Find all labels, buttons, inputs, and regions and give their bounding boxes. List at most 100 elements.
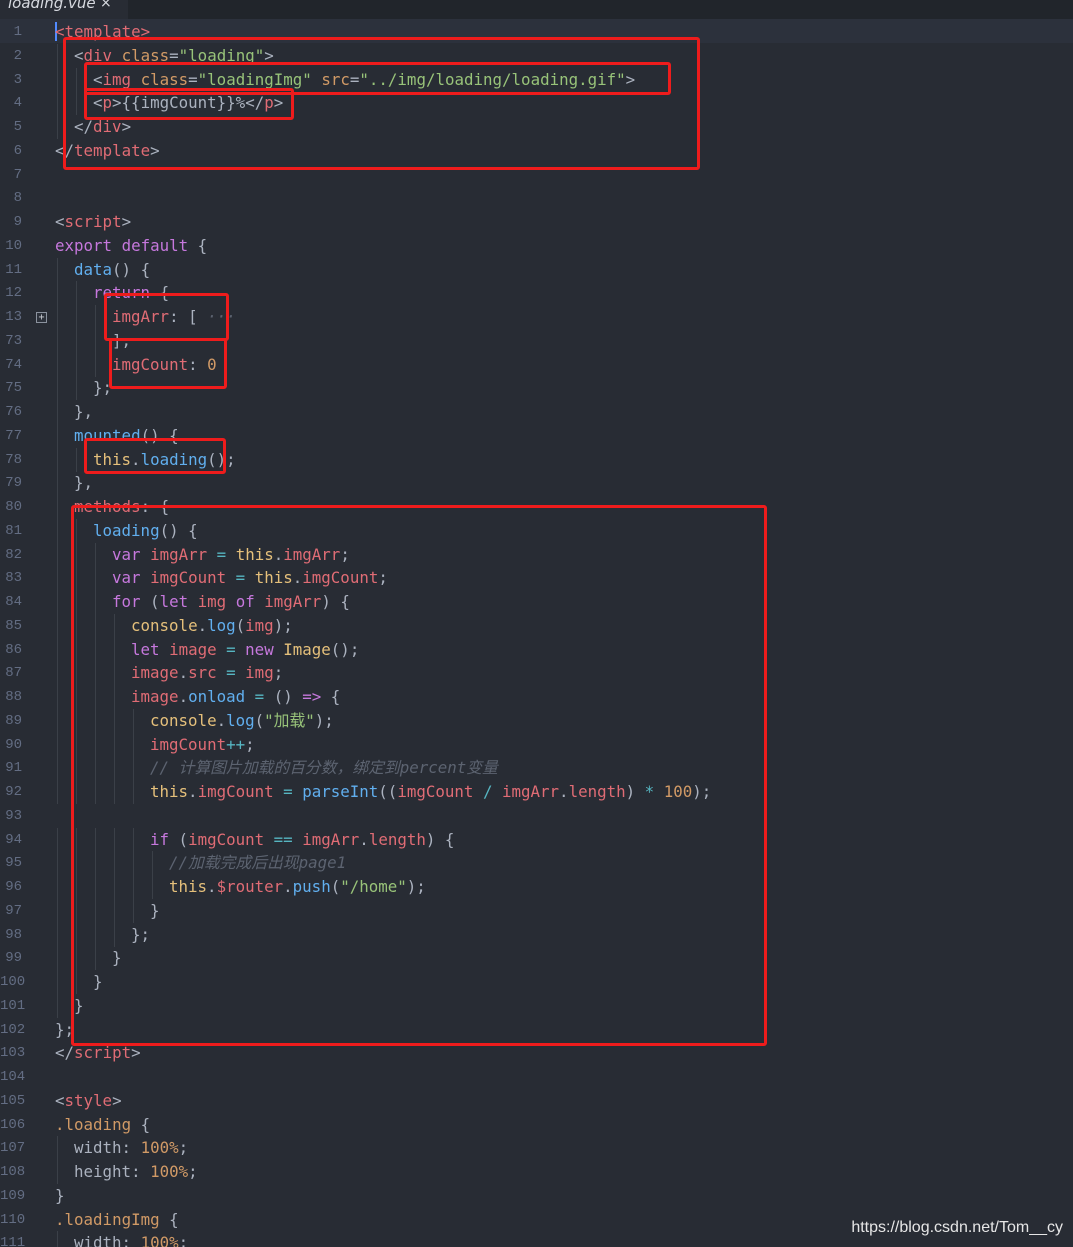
token-plain: }, [74,473,94,493]
line-number: 111 [0,1235,26,1247]
tab-close-icon[interactable]: × [100,0,112,12]
watermark: https://blog.csdn.net/Tom__cy [851,1219,1063,1236]
indent-guide [57,708,58,733]
code-text: export default { [55,234,207,258]
indent-guide [57,566,58,591]
indent-guide [57,67,58,92]
line-number: 75 [5,380,22,397]
line-number: 2 [13,47,22,64]
line-number: 8 [13,190,22,207]
indent-guide [57,851,58,876]
indent-guide [95,352,96,377]
indent-guide [57,780,58,804]
line-number: 11 [5,261,22,278]
highlight-box-imgarr [104,293,229,341]
line-number: 77 [5,427,22,444]
line-number: 86 [5,641,22,658]
indent-guide [57,328,58,353]
code-line[interactable]: 76}, [0,400,1073,424]
token-plain: () { [112,259,151,279]
token-plain: { [188,235,208,255]
line-number: 102 [0,1021,26,1038]
code-text: width: 100%; [74,1231,188,1247]
line-number: 96 [5,879,22,895]
line-number: 6 [13,142,22,159]
line-number: 89 [5,712,22,729]
code-line[interactable]: 9 <script> [0,210,1073,234]
code-text: } [55,1184,65,1208]
code-text: .loadingImg { [55,1208,179,1232]
tab-loading-vue[interactable]: loading.vue × [0,0,128,19]
line-number: 83 [5,570,22,587]
tab-file-name: loading.vue [8,0,96,12]
line-number: 88 [5,689,22,705]
indent-guide [76,305,77,329]
indent-guide [57,732,58,757]
code-text: }, [74,471,93,495]
token-number: 100% [150,1162,189,1181]
line-number: 74 [5,356,22,373]
token-keyword: default [121,235,189,255]
line-number: 87 [5,665,22,682]
line-number: 78 [5,451,22,468]
indent-guide [76,447,77,472]
indent-guide [76,328,77,353]
line-number: 90 [5,736,22,753]
token-plain: > [121,212,132,231]
code-line[interactable]: 10 export default { [0,234,1073,258]
line-number: 105 [0,1092,26,1109]
line-number: 91 [5,760,22,777]
code-line[interactable]: 105 <style> [0,1089,1073,1113]
fold-expand-icon[interactable]: + [36,312,47,323]
indent-guide [57,946,58,971]
indent-guide [57,400,58,424]
line-number: 13 [5,309,22,325]
code-line[interactable]: 107 width: 100%; [0,1136,1073,1161]
code-line[interactable]: 8 [0,186,1073,210]
highlight-box-methods [71,505,767,1046]
code-line[interactable]: 11 data() { [0,257,1073,282]
code-line[interactable]: 104 [0,1065,1073,1089]
indent-guide [57,1136,58,1161]
line-number: 93 [5,807,22,824]
code-text: width: 100%; [74,1136,188,1160]
code-line[interactable]: 79}, [0,471,1073,496]
token-tag: style [64,1090,113,1110]
indent-guide [76,352,77,377]
highlight-box-this-loading [84,438,226,474]
indent-guide [57,471,58,496]
indent-guide [57,590,58,614]
indent-guide [57,447,58,472]
line-number: 92 [5,784,22,800]
token-number: 100% [140,1233,179,1247]
token-plain: < [55,1090,65,1110]
indent-guide [57,115,58,139]
token-tag: script [74,1043,132,1063]
code-text: .loading { [55,1113,150,1137]
token-plain: width: [74,1233,141,1247]
code-line[interactable]: 108 height: 100%; [0,1160,1073,1184]
code-text: height: 100%; [74,1160,198,1184]
indent-guide [57,257,58,282]
line-number: 95 [5,855,22,872]
line-number: 101 [0,997,26,1014]
line-number: 76 [5,404,22,420]
indent-guide [57,518,58,543]
indent-guide [57,1160,58,1184]
code-line[interactable]: 109} [0,1184,1073,1208]
token-plain: height: [74,1162,151,1181]
indent-guide [57,1231,58,1247]
indent-guide [57,495,58,519]
indent-guide [57,376,58,401]
line-number: 12 [5,285,22,302]
line-number: 109 [0,1187,26,1204]
token-plain: > [131,1043,141,1063]
code-line[interactable]: 106 .loading { [0,1113,1073,1137]
indent-guide [57,542,58,567]
indent-guide [57,423,58,448]
indent-guide [76,376,77,401]
indent-guide [57,970,58,994]
line-number: 9 [13,214,22,230]
token-keyword: export [55,235,113,255]
indent-guide [57,613,58,638]
